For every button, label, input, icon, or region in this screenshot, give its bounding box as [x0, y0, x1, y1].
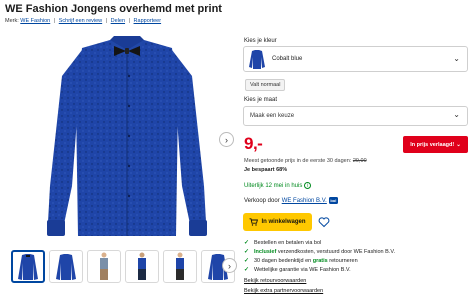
size-select[interactable]: Maak een keuze ⌄: [243, 106, 468, 126]
price-drop-button[interactable]: In prijs verlaagd! ⌄: [403, 136, 468, 153]
write-review-link[interactable]: Schrijf een review: [59, 18, 102, 24]
usp-item: ✓ Bestellen en betalen via bol: [244, 239, 322, 247]
thumbnail[interactable]: [163, 250, 197, 283]
next-image-button[interactable]: ›: [219, 132, 234, 147]
size-placeholder: Maak een keuze: [250, 113, 295, 119]
price-drop-label: In prijs verlaagd!: [410, 141, 455, 148]
shirt-thumbnail-image: [18, 253, 38, 280]
model-thumbnail-image: [138, 252, 146, 280]
usp-item: ✓ 30 dagen bedenktijd en gratis retourne…: [244, 257, 358, 265]
info-icon[interactable]: i: [304, 182, 312, 189]
usp-text: 30 dagen bedenktijd en: [254, 257, 313, 264]
product-image[interactable]: [42, 36, 212, 242]
heart-icon[interactable]: [318, 216, 330, 228]
thumbnail[interactable]: [49, 250, 83, 283]
usp-text: Wettelijke garantie via WE Fashion B.V.: [254, 266, 351, 273]
thumbnail[interactable]: [87, 250, 121, 283]
thumbnail-strip: [11, 250, 235, 283]
chevron-down-icon: ⌄: [453, 54, 460, 63]
color-value: Cobalt blue: [272, 56, 303, 62]
product-title: WE Fashion Jongens overhemd met print: [5, 3, 222, 15]
usp-text: Bestellen en betalen via bol: [254, 239, 322, 246]
model-thumbnail-image: [176, 252, 184, 280]
size-label: Kies je maat: [244, 97, 278, 103]
separator: |: [128, 18, 131, 24]
previous-price-text: Meest getoonde prijs in de eerste 30 dag…: [244, 158, 352, 164]
cart-icon: [249, 218, 259, 226]
product-meta: Merk: WE Fashion | Schrijf een review | …: [5, 18, 161, 24]
separator: |: [53, 18, 56, 24]
seller-info: Verkoop door WE Fashion B.V. bol: [244, 197, 338, 204]
check-icon: ✓: [244, 240, 250, 246]
color-select[interactable]: Cobalt blue ⌄: [243, 46, 468, 72]
price: 9,-: [244, 134, 263, 153]
model-thumbnail-image: [100, 252, 108, 280]
separator: |: [105, 18, 108, 24]
partner-terms-link[interactable]: Bekijk extra partnervoorwaarden: [244, 288, 323, 294]
usp-text: retourneren: [327, 257, 358, 264]
chevron-right-icon: ›: [228, 260, 231, 271]
usp-item: ✓ Wettelijke garantie via WE Fashion B.V…: [244, 266, 351, 274]
seller-prefix: Verkoop door: [244, 197, 280, 204]
chevron-down-icon: ⌄: [453, 110, 460, 119]
next-thumbnails-button[interactable]: ›: [222, 258, 237, 273]
previous-price-note: Meest getoonde prijs in de eerste 30 dag…: [244, 158, 367, 164]
thumbnail[interactable]: [11, 250, 45, 283]
shirt-thumbnail-image: [56, 253, 76, 280]
chevron-right-icon: ›: [225, 134, 228, 145]
thumbnail[interactable]: [125, 250, 159, 283]
check-icon: ✓: [244, 249, 250, 255]
returns-link[interactable]: Bekijk retourvoorwaarden: [244, 278, 306, 284]
usp-highlight: gratis: [312, 257, 328, 264]
color-label: Kies je kleur: [244, 38, 277, 44]
usp-item: ✓ Inclusief verzendkosten, verstuurd doo…: [244, 248, 396, 256]
report-link[interactable]: Rapporteer: [134, 18, 162, 24]
usp-text: verzendkosten, verstuurd door WE Fashion…: [276, 248, 396, 255]
check-icon: ✓: [244, 267, 250, 273]
share-link[interactable]: Delen: [111, 18, 125, 24]
chevron-down-icon: ⌄: [456, 141, 461, 148]
brand-prefix: Merk:: [5, 18, 19, 24]
seller-link[interactable]: WE Fashion B.V.: [282, 198, 327, 204]
delivery-text: Uiterlijk 12 mei in huis: [244, 182, 303, 189]
brand-link[interactable]: WE Fashion: [20, 18, 50, 24]
add-to-cart-button[interactable]: In winkelwagen: [243, 213, 312, 231]
check-icon: ✓: [244, 258, 250, 264]
usp-highlight: Inclusief: [254, 248, 277, 255]
previous-price: 29,00: [352, 158, 367, 164]
savings-text: Je bespaart 68%: [244, 167, 288, 173]
delivery-info: Uiterlijk 12 mei in huis i: [244, 182, 312, 189]
bol-badge-icon: bol: [328, 197, 338, 204]
color-swatch: [249, 50, 265, 69]
add-to-cart-label: In winkelwagen: [261, 219, 306, 225]
fit-badge: Valt normaal: [245, 79, 286, 91]
